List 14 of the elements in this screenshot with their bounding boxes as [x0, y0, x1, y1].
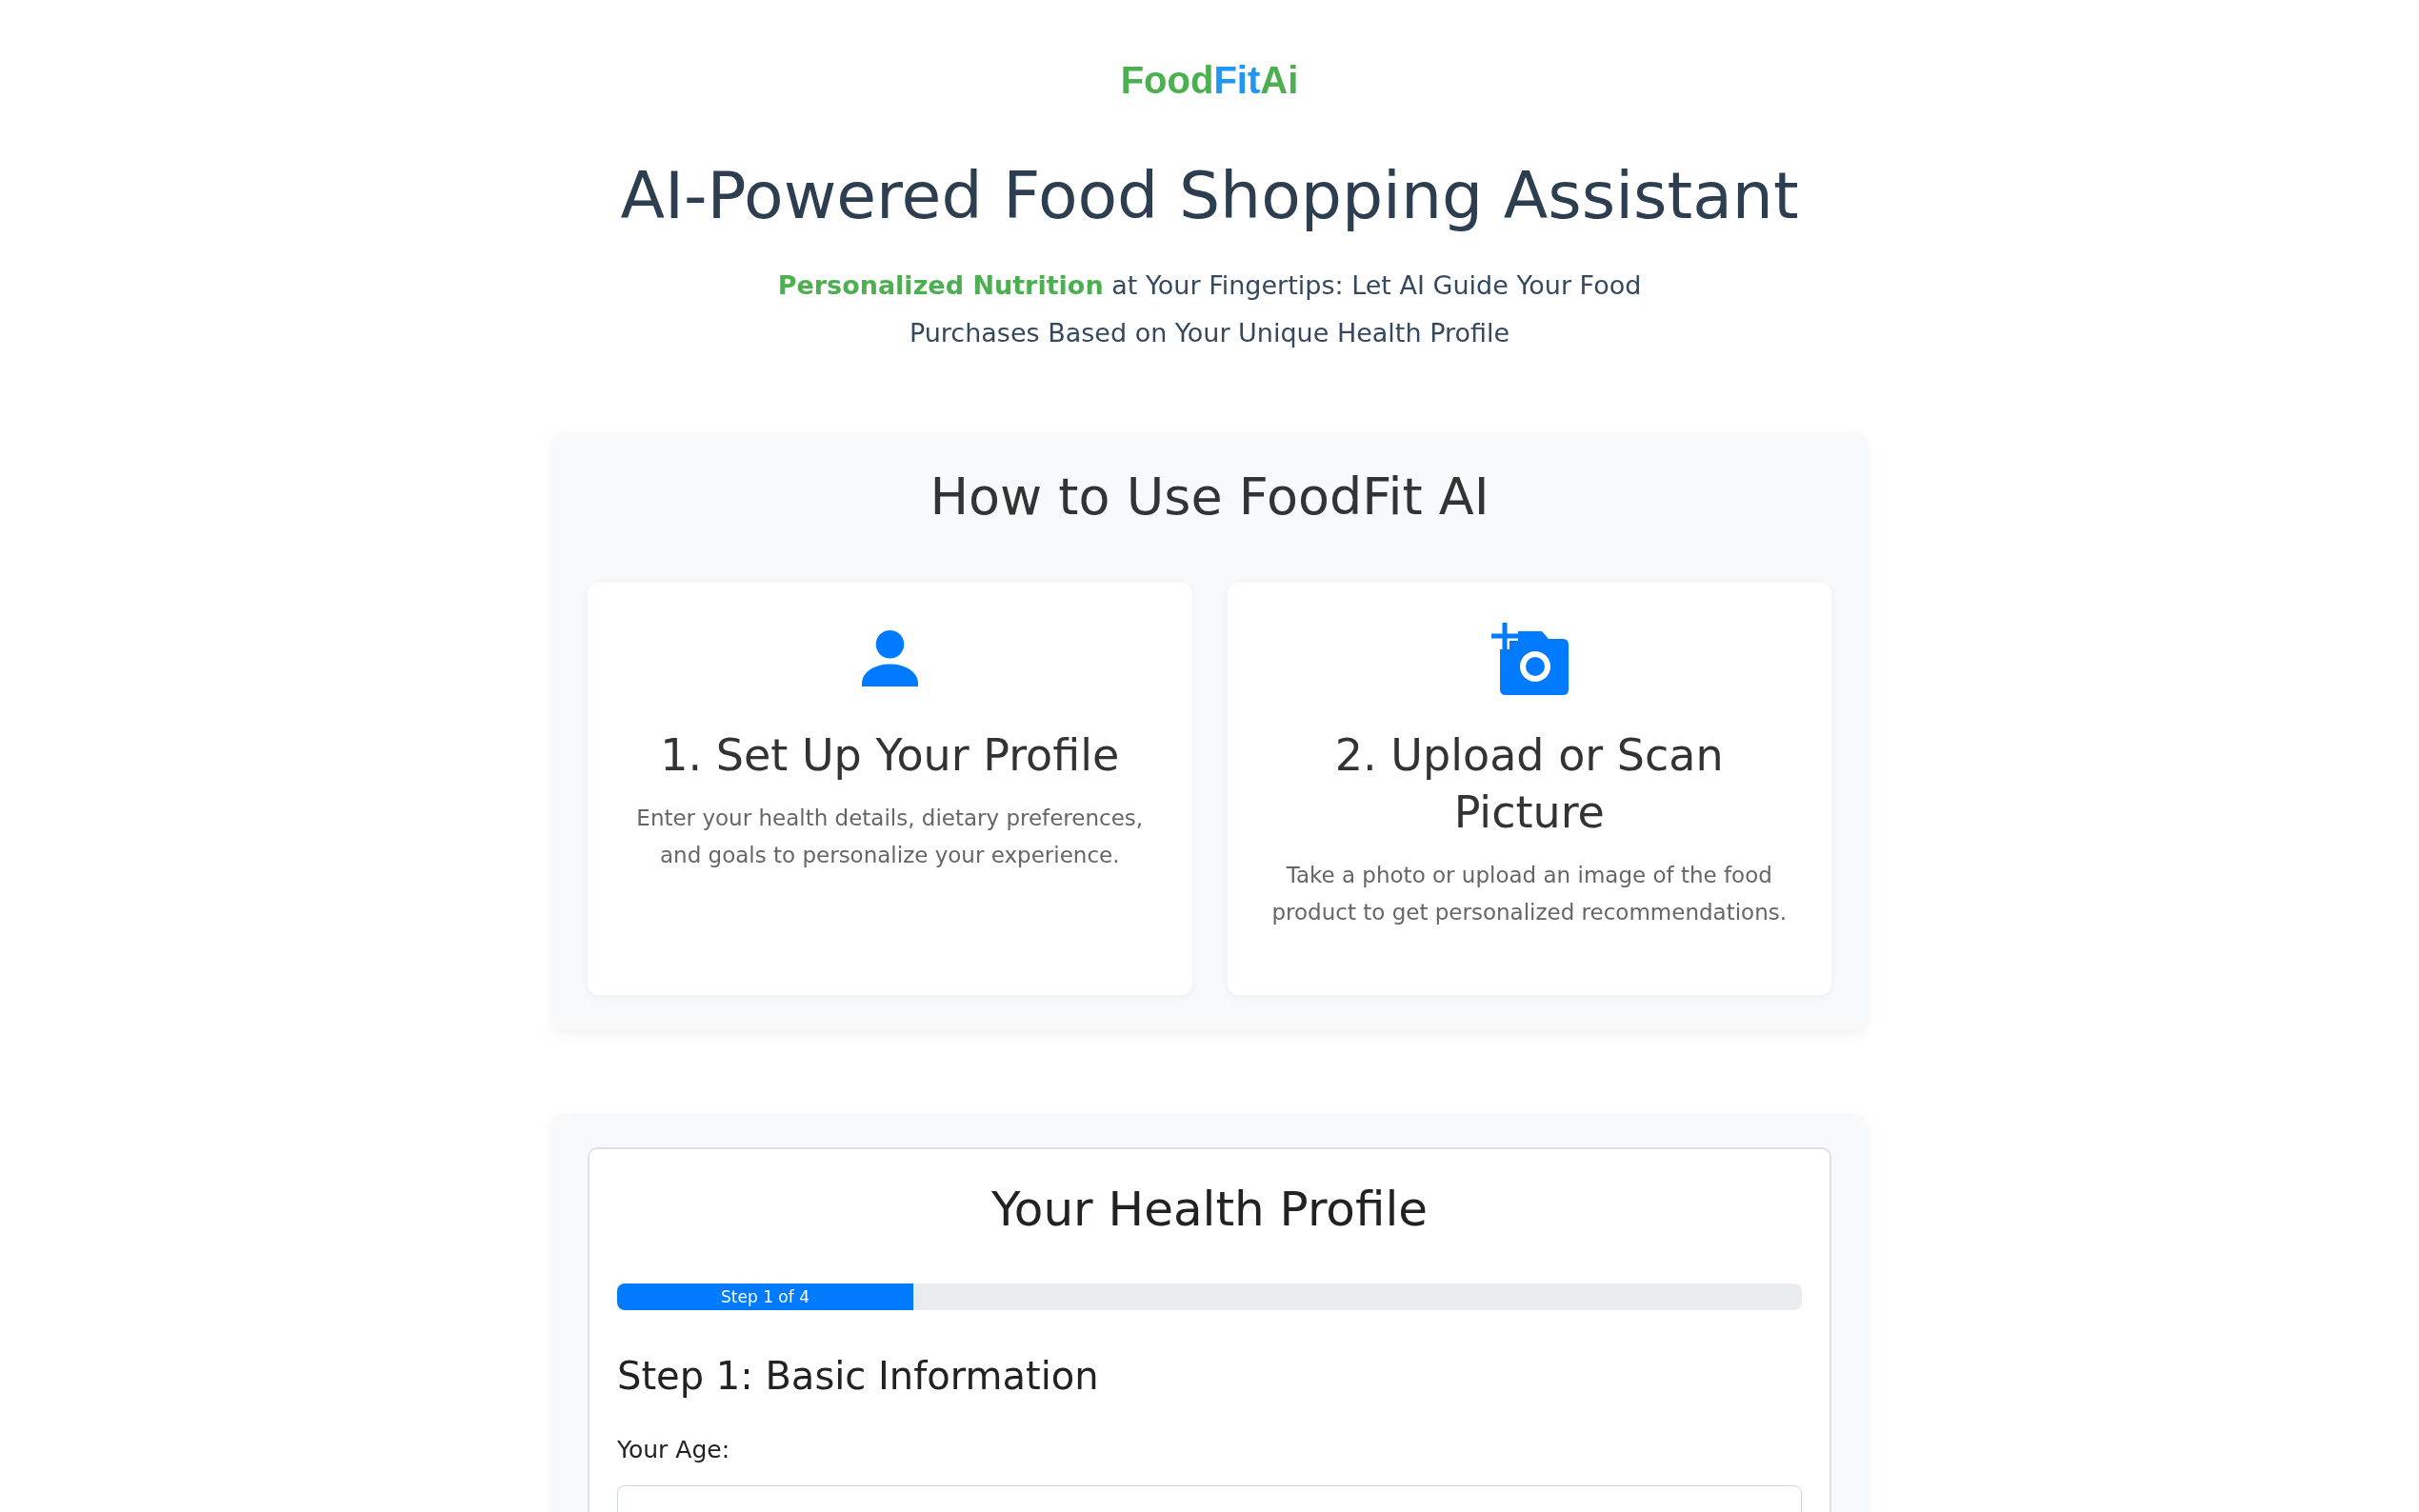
section-heading: How to Use FoodFit AI: [929, 467, 1490, 527]
form-heading: Your Health Profile: [990, 1181, 1429, 1238]
step-heading: Step 1: Basic Information: [617, 1353, 1100, 1399]
step-title: 1. Set Up Your Profile: [660, 728, 1120, 783]
camera-plus-icon: [1489, 621, 1569, 695]
person-icon: [861, 629, 918, 686]
field-label: Your Age:: [617, 1435, 730, 1465]
progress-label: Step 1 of 4: [721, 1286, 810, 1307]
step-description: Enter your health details, dietary preferences, and goals to personalize your experience.: [635, 805, 1145, 869]
page-title: AI-Powered Food Shopping Assistant: [620, 157, 1799, 235]
subtitle-text: Personalized Nutrition at Your Fingertips: Let AI Guide Your Food Purchases Based on Your Unique Health Profile: [776, 269, 1643, 349]
step-description: Take a photo or upload an image of the food product to get personalized recommendations.: [1270, 862, 1788, 926]
logo-wordmark: FoodFitAi: [1120, 58, 1299, 103]
step-title: 2. Upload or Scan Picture: [1333, 728, 1725, 840]
